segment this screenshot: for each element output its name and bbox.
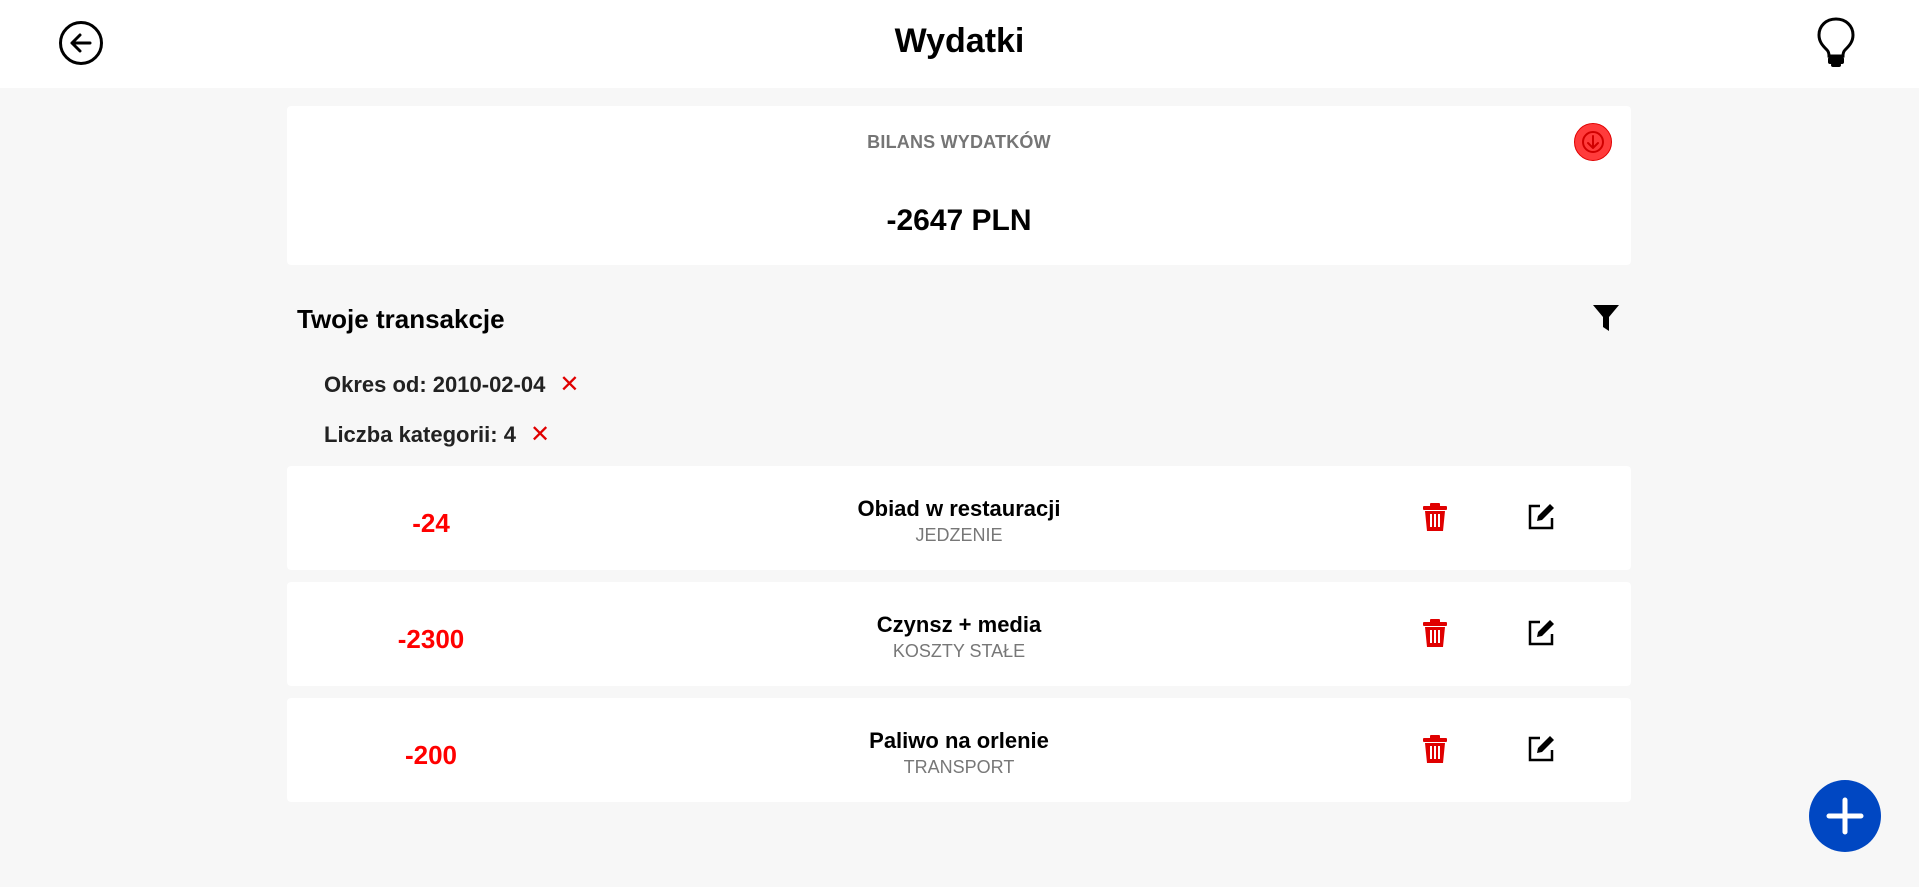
transactions-title: Twoje transakcje xyxy=(297,304,505,334)
filter-chip-categories: Liczba kategorii: 4 ✕ xyxy=(324,420,550,449)
edit-icon xyxy=(1528,504,1554,530)
filter-chip-period: Okres od: 2010-02-04 ✕ xyxy=(324,370,579,399)
lightbulb-icon xyxy=(1817,17,1855,67)
edit-icon xyxy=(1528,620,1554,646)
edit-button[interactable] xyxy=(1526,734,1556,764)
expense-indicator xyxy=(1574,123,1612,161)
add-transaction-button[interactable] xyxy=(1809,780,1881,852)
close-icon[interactable]: ✕ xyxy=(530,420,550,449)
transaction-row[interactable]: -2300 Czynsz + media KOSZTY STAŁE xyxy=(287,582,1631,686)
filter-button[interactable] xyxy=(1592,303,1620,333)
filter-chip-label: Okres od: 2010-02-04 xyxy=(324,371,546,397)
edit-icon xyxy=(1528,736,1554,762)
arrow-down-circle-icon xyxy=(1582,131,1604,153)
transaction-row[interactable]: -200 Paliwo na orlenie TRANSPORT xyxy=(287,698,1631,802)
edit-button[interactable] xyxy=(1526,618,1556,648)
filter-icon xyxy=(1593,305,1619,331)
edit-button[interactable] xyxy=(1526,502,1556,532)
page-title: Wydatki xyxy=(894,22,1025,60)
trash-icon xyxy=(1423,619,1447,647)
tips-button[interactable] xyxy=(1816,16,1856,68)
trash-icon xyxy=(1423,735,1447,763)
delete-button[interactable] xyxy=(1421,734,1449,764)
balance-card: BILANS WYDATKÓW -2647 PLN xyxy=(287,106,1631,265)
transaction-row[interactable]: -24 Obiad w restauracji JEDZENIE xyxy=(287,466,1631,570)
delete-button[interactable] xyxy=(1421,502,1449,532)
top-bar: Wydatki xyxy=(0,0,1919,88)
balance-amount: -2647 PLN xyxy=(886,204,1032,237)
balance-label: BILANS WYDATKÓW xyxy=(867,132,1051,152)
filter-chip-label: Liczba kategorii: 4 xyxy=(324,421,516,447)
trash-icon xyxy=(1423,503,1447,531)
close-icon[interactable]: ✕ xyxy=(559,370,579,399)
plus-icon xyxy=(1826,797,1864,835)
delete-button[interactable] xyxy=(1421,618,1449,648)
